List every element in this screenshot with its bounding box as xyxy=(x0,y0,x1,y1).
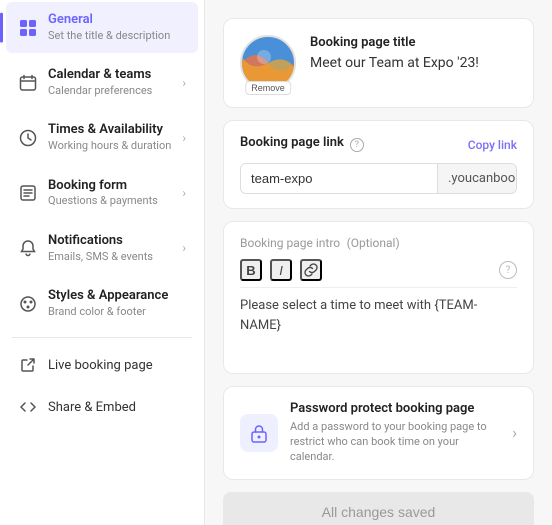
remove-avatar-button[interactable]: Remove xyxy=(245,81,291,95)
link-input-row: .youcanbook.me xyxy=(240,163,517,194)
clock-icon xyxy=(18,128,38,148)
external-link-icon xyxy=(18,355,38,375)
booking-title-info: Booking page title Meet our Team at Expo… xyxy=(310,35,517,71)
sidebar-calendar-title: Calendar & teams xyxy=(48,67,182,84)
sidebar-item-styles[interactable]: Styles & Appearance Brand color & footer xyxy=(6,278,198,329)
sidebar-general-text: General Set the title & description xyxy=(48,12,186,43)
sidebar-notifications-title: Notifications xyxy=(48,233,182,250)
booking-link-label: Booking page link xyxy=(240,135,344,150)
info-icon[interactable]: ? xyxy=(350,138,364,152)
intro-section: Booking page intro (Optional) B I ? Plea… xyxy=(223,221,534,374)
sidebar-times-subtitle: Working hours & duration xyxy=(48,139,182,153)
intro-textarea[interactable]: Please select a time to meet with {TEAM-… xyxy=(240,296,517,355)
intro-label: Booking page intro (Optional) xyxy=(240,236,517,251)
sidebar-times-title: Times & Availability xyxy=(48,122,182,139)
sidebar-link-share-embed[interactable]: Share & Embed xyxy=(6,388,198,426)
sidebar-styles-subtitle: Brand color & footer xyxy=(48,305,186,319)
password-text: Password protect booking page Add a pass… xyxy=(290,401,500,465)
bell-icon xyxy=(18,238,38,258)
booking-link-section: Booking page link ? Copy link .youcanboo… xyxy=(223,120,534,209)
password-title: Password protect booking page xyxy=(290,401,500,416)
sidebar-form-subtitle: Questions & payments xyxy=(48,194,182,208)
sidebar-general-subtitle: Set the title & description xyxy=(48,29,186,43)
sidebar-general-title: General xyxy=(48,12,186,29)
booking-page-title-value: Meet our Team at Expo '23! xyxy=(310,55,517,71)
save-button[interactable]: All changes saved xyxy=(223,492,534,525)
link-button[interactable] xyxy=(300,259,322,281)
sidebar-item-calendar-teams[interactable]: Calendar & teams Calendar preferences › xyxy=(6,57,198,108)
sidebar-divider xyxy=(12,337,192,338)
password-protect-section[interactable]: Password protect booking page Add a pass… xyxy=(223,386,534,480)
sidebar-link-live-booking[interactable]: Live booking page xyxy=(6,346,198,384)
sidebar-form-text: Booking form Questions & payments xyxy=(48,178,182,209)
link-label-row: Booking page link ? xyxy=(240,135,364,155)
code-icon xyxy=(18,397,38,417)
sidebar-item-times-availability[interactable]: Times & Availability Working hours & dur… xyxy=(6,112,198,163)
share-embed-label: Share & Embed xyxy=(48,400,136,415)
calendar-chevron-icon: › xyxy=(182,76,186,90)
palette-icon xyxy=(18,294,38,314)
sidebar-notifications-subtitle: Emails, SMS & events xyxy=(48,250,182,264)
calendar-icon xyxy=(18,73,38,93)
times-chevron-icon: › xyxy=(182,131,186,145)
toolbar-help-icon[interactable]: ? xyxy=(499,261,517,279)
main-content: Remove Booking page title Meet our Team … xyxy=(205,0,552,525)
booking-title-row: Remove Booking page title Meet our Team … xyxy=(240,35,517,91)
notifications-chevron-icon: › xyxy=(182,241,186,255)
avatar-wrap: Remove xyxy=(240,35,296,91)
lock-icon-wrap xyxy=(240,414,278,452)
bold-button[interactable]: B xyxy=(240,259,262,281)
password-chevron-icon: › xyxy=(512,423,517,442)
sidebar-form-title: Booking form xyxy=(48,178,182,195)
sidebar-calendar-text: Calendar & teams Calendar preferences xyxy=(48,67,182,98)
booking-title-section: Remove Booking page title Meet our Team … xyxy=(223,18,534,108)
sidebar-notifications-text: Notifications Emails, SMS & events xyxy=(48,233,182,264)
form-icon xyxy=(18,183,38,203)
sidebar-styles-title: Styles & Appearance xyxy=(48,288,186,305)
sidebar-times-text: Times & Availability Working hours & dur… xyxy=(48,122,182,153)
italic-button[interactable]: I xyxy=(270,259,292,281)
form-chevron-icon: › xyxy=(182,186,186,200)
sidebar-item-general[interactable]: General Set the title & description xyxy=(6,2,198,53)
lock-icon xyxy=(249,423,269,443)
copy-link-button[interactable]: Copy link xyxy=(468,138,517,152)
sidebar-item-booking-form[interactable]: Booking form Questions & payments › xyxy=(6,168,198,219)
booking-page-title-label: Booking page title xyxy=(310,35,517,50)
editor-toolbar: B I ? xyxy=(240,259,517,288)
sidebar-calendar-subtitle: Calendar preferences xyxy=(48,84,182,98)
link-input[interactable] xyxy=(241,164,437,193)
link-header: Booking page link ? Copy link xyxy=(240,135,517,155)
general-icon xyxy=(18,18,38,38)
password-desc: Add a password to your booking page to r… xyxy=(290,419,500,465)
sidebar-styles-text: Styles & Appearance Brand color & footer xyxy=(48,288,186,319)
intro-optional: (Optional) xyxy=(347,236,400,250)
live-booking-label: Live booking page xyxy=(48,358,153,373)
link-domain: .youcanbook.me xyxy=(437,164,517,193)
sidebar-item-notifications[interactable]: Notifications Emails, SMS & events › xyxy=(6,223,198,274)
sidebar: General Set the title & description Cale… xyxy=(0,0,205,525)
